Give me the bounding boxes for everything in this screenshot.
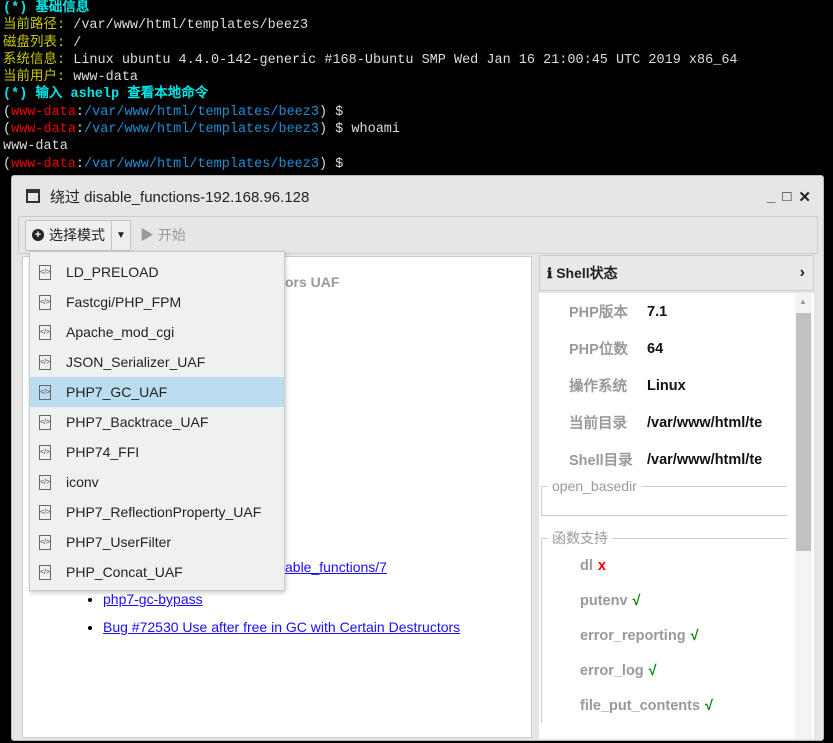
window-title: 绕过 disable_functions-192.168.96.128 [50,188,310,206]
value: www-data [73,70,139,86]
info-icon: ℹ [547,264,557,281]
code-file-icon: </> [39,384,51,400]
shell-status-header[interactable]: ℹ Shell状态 › [539,255,814,291]
code-file-icon: </> [39,294,51,310]
function-item: error_log √ [580,662,657,679]
code-file-icon: </> [39,564,51,580]
terminal-output[interactable]: (*) 基础信息 当前路径: /var/www/html/templates/b… [3,0,738,173]
toolbar: + 选择模式 ▼ ▶ 开始 [18,216,818,254]
minimize-button[interactable]: _ [767,188,775,206]
reference-link[interactable]: able_functions/7 [285,559,387,575]
start-label: 开始 [157,227,186,243]
menu-item-mode[interactable]: </> LD_PRELOAD [30,257,284,287]
menu-item-mode[interactable]: </> PHP7_Backtrace_UAF [30,407,284,437]
list-item: php7-gc-bypass [103,591,460,607]
value: /var/www/html/templates/beez3 [73,18,309,34]
menu-item-label: LD_PRELOAD [66,264,159,280]
chevron-right-icon[interactable]: › [800,264,805,282]
function-item: file_put_contents √ [580,697,714,714]
reference-link[interactable]: Bug #72530 Use after free in GC with Cer… [103,619,460,635]
plus-circle-icon: + [32,229,44,241]
start-button[interactable]: ▶ 开始 [140,225,186,245]
mode-dropdown-menu: </> LD_PRELOAD </> Fastcgi/PHP_FPM </> Apache… [29,251,285,591]
menu-item-label: Fastcgi/PHP_FPM [66,294,182,310]
play-icon: ▶ [140,227,154,243]
status-row: PHP位数 64 [569,340,664,359]
unsupported-mark: x [597,557,606,574]
menu-item-label: PHP7_UserFilter [66,534,172,550]
code-file-icon: </> [39,504,51,520]
label: 系统信息 [3,52,57,68]
caret-down-icon[interactable]: ▼ [112,221,130,250]
window-icon [26,189,40,203]
shell-status-panel: ℹ Shell状态 › PHP版本 7.1 PHP位数 64 操作系统 Linux 当前… [539,255,814,739]
menu-item-mode[interactable]: </> Fastcgi/PHP_FPM [30,287,284,317]
prompt-path: /var/www/html/templates/beez3 [84,104,319,120]
prompt-user: www-data [11,122,76,138]
title-bar[interactable]: 绕过 disable_functions-192.168.96.128 [12,176,823,216]
menu-item-label: PHP7_GC_UAF [66,384,168,400]
code-file-icon: </> [39,324,51,340]
command: whoami [351,122,400,138]
menu-item-label: JSON_Serializer_UAF [66,354,206,370]
code-file-icon: </> [39,354,51,370]
menu-item-mode[interactable]: </> PHP74_FFI [30,437,284,467]
menu-item-label: PHP7_Backtrace_UAF [66,414,209,430]
supported-mark: √ [632,592,641,609]
prompt-path: /var/www/html/templates/beez3 [84,156,319,172]
scrollbar-thumb[interactable] [796,313,811,551]
value: / [73,35,82,51]
function-item: putenv √ [580,592,641,609]
maximize-button[interactable]: □ [782,188,791,206]
function-item: dl x [580,557,606,574]
code-file-icon: </> [39,444,51,460]
function-item: error_reporting √ [580,627,699,644]
menu-item-label: PHP_Concat_UAF [66,564,183,580]
menu-item-mode[interactable]: </> PHP_Concat_UAF [30,557,284,587]
prompt-path: /var/www/html/templates/beez3 [84,122,319,138]
reference-link[interactable]: php7-gc-bypass [103,591,203,607]
prompt-user: www-data [11,104,76,120]
list-item: Bug #72530 Use after free in GC with Cer… [103,619,460,635]
menu-item-mode[interactable]: </> Apache_mod_cgi [30,317,284,347]
menu-item-mode[interactable]: </> PHP7_ReflectionProperty_UAF [30,497,284,527]
scroll-up-icon[interactable]: ▲ [799,297,807,306]
close-button[interactable]: ✕ [798,188,811,206]
prompt-user: www-data [11,156,76,172]
command-output: www-data [3,139,68,155]
select-mode-label: 选择模式 [49,227,105,243]
menu-item-label: PHP7_ReflectionProperty_UAF [66,504,262,520]
open-basedir-group: open_basedir [541,478,787,516]
menu-item-mode[interactable]: </> JSON_Serializer_UAF [30,347,284,377]
code-file-icon: </> [39,534,51,550]
menu-item-mode[interactable]: </> PHP7_GC_UAF [30,377,284,407]
menu-item-mode[interactable]: </> iconv [30,467,284,497]
section-heading: (*) 基础信息 [3,1,90,16]
supported-mark: √ [648,662,657,679]
status-row: Shell目录/var/www/html/templates/beez3 [569,451,762,470]
label: 磁盘列表 [3,35,57,51]
code-file-icon: </> [39,264,51,280]
value: Linux ubuntu 4.4.0-142-generic #168-Ubun… [73,52,738,68]
status-row: 操作系统 Linux [569,377,686,396]
menu-item-mode[interactable]: </> PHP7_UserFilter [30,527,284,557]
info-heading: ors UAF [285,274,340,290]
label: 当前用户 [3,70,57,86]
section-heading: (*) 输入 ashelp 查看本地命令 [3,87,209,103]
menu-item-label: Apache_mod_cgi [66,324,175,340]
label: 当前路径 [3,18,57,34]
menu-item-label: iconv [66,474,99,490]
status-row: 当前目录/var/www/html/templates/beez3 [569,414,762,433]
function-support-group: 函数支持 dl x putenv √ error_reporting √ error_… [541,528,787,723]
supported-mark: √ [705,697,714,714]
menu-item-label: PHP74_FFI [66,444,140,460]
panel-title: Shell状态 [556,265,618,281]
status-row: PHP版本 7.1 [569,303,668,322]
supported-mark: √ [690,627,699,644]
select-mode-button[interactable]: + 选择模式 ▼ [25,219,131,251]
code-file-icon: </> [39,414,51,430]
code-file-icon: </> [39,474,51,490]
scrollbar[interactable]: ▲ [795,293,812,739]
